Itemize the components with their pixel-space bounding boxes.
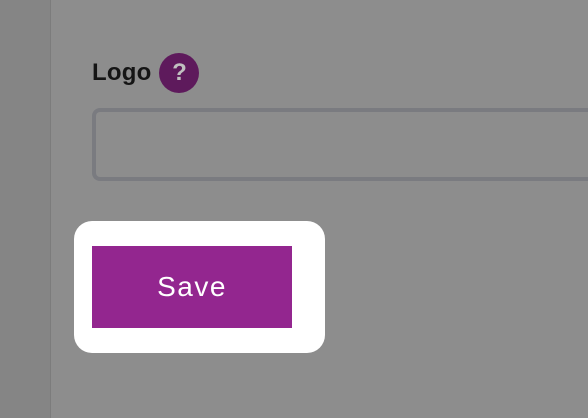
- logo-input[interactable]: [92, 108, 588, 181]
- page: Logo ? Save: [0, 0, 588, 418]
- save-button[interactable]: Save: [92, 246, 292, 328]
- question-mark-icon[interactable]: ?: [159, 53, 200, 93]
- logo-label-row: Logo ?: [92, 53, 200, 93]
- form-area: Logo ? Save: [51, 0, 588, 418]
- logo-label: Logo: [92, 59, 152, 86]
- left-gutter: [0, 0, 51, 418]
